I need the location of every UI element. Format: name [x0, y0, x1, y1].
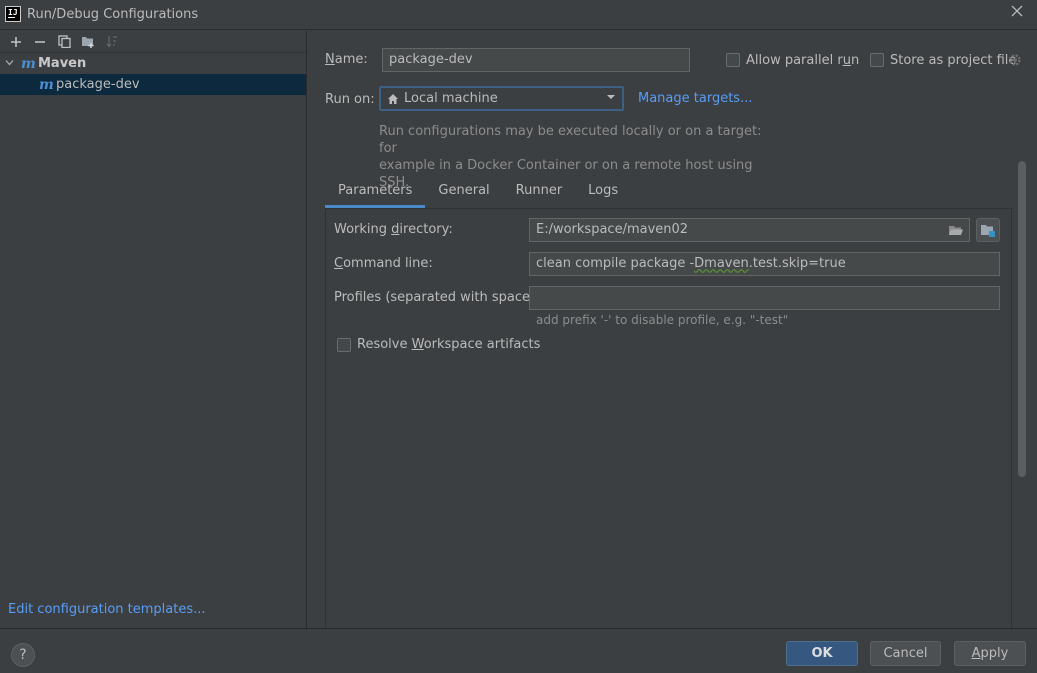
edit-configuration-templates-link[interactable]: Edit configuration templates...	[8, 602, 206, 617]
parameters-panel: Working directory: E:/workspace/maven02 …	[325, 208, 1012, 628]
store-as-project-file-checkbox[interactable]	[870, 53, 884, 67]
profiles-input[interactable]	[529, 286, 1000, 310]
help-button[interactable]: ?	[11, 643, 35, 667]
allow-parallel-mnemonic: u	[842, 53, 851, 68]
command-line-text: ommand line:	[343, 256, 433, 271]
dialog-footer: ? OK Cancel Apply	[0, 628, 1037, 673]
maven-icon: m	[39, 76, 54, 93]
cancel-button[interactable]: Cancel	[870, 641, 941, 666]
sidebar-toolbar	[0, 31, 306, 53]
tree-item-label: package-dev	[56, 77, 140, 92]
working-directory-input[interactable]: E:/workspace/maven02	[529, 218, 970, 242]
allow-parallel-run-label: Allow parallel run	[746, 53, 859, 68]
new-folder-button[interactable]	[76, 32, 100, 52]
resolve-workspace-artifacts-label: Resolve Workspace artifacts	[357, 337, 540, 352]
allow-parallel-text-a: Allow parallel r	[746, 53, 843, 68]
insert-macro-icon	[981, 225, 995, 237]
tab-parameters[interactable]: Parameters	[325, 177, 426, 208]
sort-icon	[106, 36, 117, 48]
remove-configuration-button[interactable]	[28, 32, 52, 52]
configurations-sidebar: m Maven m package-dev Edit configuration…	[0, 31, 307, 628]
sort-configurations-button[interactable]	[100, 32, 124, 52]
intellij-app-icon: IJ	[5, 6, 21, 22]
home-icon	[388, 93, 398, 104]
copy-icon	[57, 35, 71, 48]
tab-runner[interactable]: Runner	[503, 177, 576, 208]
tab-logs[interactable]: Logs	[575, 177, 631, 208]
command-line-value-b: .test.skip=true	[748, 256, 846, 271]
run-on-value: Local machine	[404, 91, 498, 106]
command-line-mnemonic: C	[334, 256, 344, 271]
command-line-input[interactable]: clean compile package -Dmaven.test.skip=…	[529, 252, 1000, 276]
name-label: Name:	[325, 52, 368, 67]
window-title: Run/Debug Configurations	[27, 7, 199, 22]
folder-open-icon[interactable]	[948, 222, 964, 238]
title-bar: IJ Run/Debug Configurations	[0, 0, 1037, 30]
gear-icon[interactable]	[1008, 53, 1022, 67]
maven-icon: m	[21, 55, 36, 72]
add-configuration-button[interactable]	[4, 32, 28, 52]
run-on-label: Run on:	[325, 92, 375, 107]
chevron-down-icon	[606, 90, 616, 107]
apply-mnemonic: A	[971, 646, 981, 661]
name-input[interactable]: package-dev	[382, 48, 690, 72]
manage-targets-link[interactable]: Manage targets...	[638, 91, 752, 106]
tab-general[interactable]: General	[425, 177, 502, 208]
tree-group-maven[interactable]: m Maven	[0, 53, 306, 74]
resolve-text-b: orkspace artifacts	[423, 337, 541, 352]
minus-icon	[35, 40, 45, 43]
allow-parallel-run-checkbox[interactable]	[726, 53, 740, 67]
configurations-tree: m Maven m package-dev	[0, 53, 306, 95]
new-folder-icon	[82, 37, 94, 48]
profiles-label: Profiles (separated with space):	[334, 290, 540, 305]
close-icon[interactable]	[1009, 4, 1025, 22]
apply-button[interactable]: Apply	[954, 641, 1026, 666]
config-tabs: Parameters General Runner Logs	[325, 177, 631, 208]
working-dir-text-b: irectory:	[399, 222, 453, 237]
configuration-editor: Name: package-dev Allow parallel run Sto…	[308, 31, 1037, 628]
chevron-down-icon[interactable]	[5, 57, 15, 70]
tree-group-label: Maven	[38, 56, 87, 71]
command-line-value-typo: Dmaven	[694, 256, 749, 271]
insert-macro-button[interactable]	[976, 218, 1000, 242]
apply-text: pply	[980, 646, 1009, 661]
working-dir-text-a: Working	[334, 222, 392, 237]
name-label-text: ame:	[334, 52, 368, 67]
allow-parallel-text-b: n	[850, 53, 860, 68]
store-as-project-file-label: Store as project file	[890, 53, 1017, 68]
name-label-mnemonic: N	[325, 52, 335, 67]
resolve-workspace-artifacts-checkbox[interactable]	[337, 338, 351, 352]
profiles-hint: add prefix '-' to disable profile, e.g. …	[536, 313, 789, 327]
app-icon-text: IJ	[8, 8, 18, 18]
ok-button[interactable]: OK	[786, 641, 858, 666]
resolve-mnemonic: W	[411, 337, 424, 352]
run-on-dropdown[interactable]: Local machine	[379, 86, 624, 111]
plus-icon	[11, 36, 21, 47]
command-line-value-a: clean compile package -	[536, 256, 695, 271]
working-directory-label: Working directory:	[334, 222, 453, 237]
command-line-label: Command line:	[334, 256, 433, 271]
run-on-description-line-1: Run configurations may be executed local…	[379, 124, 762, 156]
tree-item-package-dev[interactable]: m package-dev	[0, 74, 306, 95]
vertical-scrollbar[interactable]	[1018, 161, 1026, 477]
copy-configuration-button[interactable]	[52, 32, 76, 52]
resolve-text-a: Resolve	[357, 337, 412, 352]
